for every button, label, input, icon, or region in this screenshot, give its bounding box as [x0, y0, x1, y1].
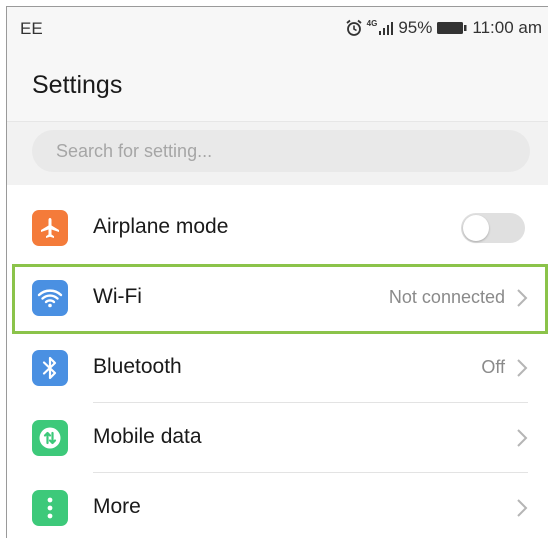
battery-percent: 95% [398, 18, 433, 37]
signal-icon: 4G [367, 20, 395, 36]
settings-list: Airplane mode Wi-Fi Not connected Blueto… [7, 193, 548, 538]
network-type-label: 4G [366, 19, 378, 28]
more-icon [32, 490, 68, 526]
setting-row-more[interactable]: More [7, 473, 548, 538]
status-icons: 4G 95% 11:00 am [345, 16, 542, 40]
search-section [7, 121, 548, 185]
setting-label: Wi-Fi [93, 285, 142, 308]
toggle-knob [463, 215, 489, 241]
mobile-data-icon [32, 420, 68, 456]
setting-label: More [93, 495, 141, 518]
alarm-icon [345, 19, 363, 37]
page-title: Settings [32, 71, 123, 99]
settings-screen: EE 4G 95% 11:00 am Settings Search for s… [6, 6, 548, 538]
status-bar: EE 4G 95% 11:00 am [7, 7, 548, 51]
airplane-mode-toggle[interactable] [461, 213, 525, 243]
setting-label: Mobile data [93, 425, 202, 448]
setting-row-wifi[interactable]: Wi-Fi Not connected [7, 263, 548, 333]
carrier-name: EE [20, 19, 43, 38]
setting-row-mobile-data[interactable]: Mobile data [7, 403, 548, 473]
bluetooth-status-value: Off [481, 357, 505, 377]
page-header: Settings [7, 51, 548, 121]
airplane-icon [32, 210, 68, 246]
clock-time: 11:00 am [472, 18, 542, 37]
chevron-right-icon [516, 498, 528, 523]
chevron-right-icon [516, 288, 528, 313]
setting-row-bluetooth[interactable]: Bluetooth Off [7, 333, 548, 403]
wifi-status-value: Not connected [388, 287, 505, 307]
search-input[interactable] [32, 130, 530, 172]
bluetooth-icon [32, 350, 68, 386]
setting-label: Bluetooth [93, 355, 182, 378]
battery-icon [436, 20, 468, 36]
setting-label: Airplane mode [93, 215, 229, 238]
chevron-right-icon [516, 358, 528, 383]
wifi-icon [32, 280, 68, 316]
chevron-right-icon [516, 428, 528, 453]
setting-row-airplane-mode[interactable]: Airplane mode [7, 193, 548, 263]
